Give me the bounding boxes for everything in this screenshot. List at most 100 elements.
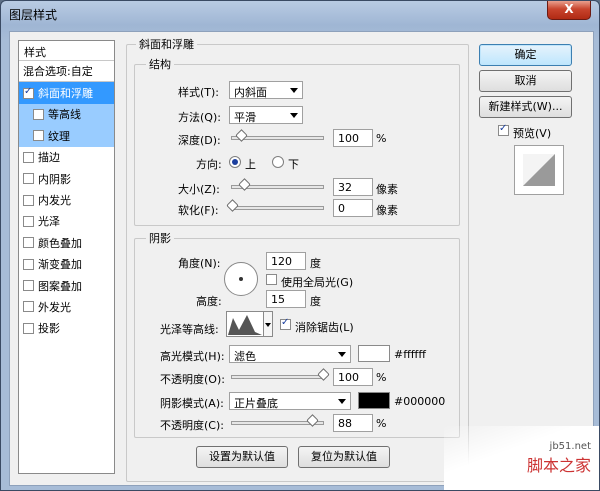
gradient-overlay-checkbox[interactable] xyxy=(23,258,34,270)
angle-unit: 度 xyxy=(310,257,321,270)
style-list: 样式 混合选项:自定 斜面和浮雕 等高线 纹理 描边 内阴影 xyxy=(18,40,115,474)
gloss-contour-dropdown[interactable] xyxy=(263,311,273,337)
direction-up-label[interactable]: 上 xyxy=(245,156,256,172)
chevron-down-icon xyxy=(290,113,298,118)
depth-slider[interactable] xyxy=(231,129,324,142)
technique-dropdown-value: 平滑 xyxy=(234,111,256,124)
global-light-checkbox[interactable] xyxy=(266,274,277,285)
shadow-color-hex: #000000 xyxy=(394,395,446,408)
title-bar[interactable]: 图层样式 X xyxy=(1,1,599,27)
reset-default-button[interactable]: 复位为默认值 xyxy=(298,446,390,468)
angle-input[interactable]: 120 xyxy=(266,252,306,270)
shading-title: 阴影 xyxy=(146,230,174,246)
technique-dropdown[interactable]: 平滑 xyxy=(229,106,303,124)
technique-label: 方法(Q): xyxy=(178,111,221,124)
contour-checkbox[interactable] xyxy=(33,108,44,120)
antialias-label[interactable]: 消除锯齿(L) xyxy=(295,319,354,335)
style-item-color-overlay[interactable]: 颜色叠加 xyxy=(19,232,114,253)
style-item-label: 投影 xyxy=(38,322,60,336)
highlight-opacity-slider[interactable] xyxy=(231,368,330,381)
blend-options-item[interactable]: 混合选项:自定 xyxy=(19,61,114,83)
highlight-mode-dropdown[interactable]: 滤色 xyxy=(229,345,351,363)
style-item-inner-glow[interactable]: 内发光 xyxy=(19,189,114,210)
stroke-checkbox[interactable] xyxy=(23,151,34,163)
chevron-down-icon xyxy=(338,399,346,404)
inner-glow-checkbox[interactable] xyxy=(23,194,34,206)
shadow-opacity-unit: % xyxy=(376,417,387,430)
style-list-header[interactable]: 样式 xyxy=(19,41,114,61)
size-label: 大小(Z): xyxy=(178,183,220,196)
style-label: 样式(T): xyxy=(178,86,220,99)
style-item-pattern-overlay[interactable]: 图案叠加 xyxy=(19,275,114,296)
style-item-bevel[interactable]: 斜面和浮雕 xyxy=(19,82,114,104)
global-light-label[interactable]: 使用全局光(G) xyxy=(281,274,353,290)
drop-shadow-checkbox[interactable] xyxy=(23,322,34,334)
watermark-url: jb51.net xyxy=(549,441,591,452)
style-item-gradient-overlay[interactable]: 渐变叠加 xyxy=(19,254,114,275)
style-item-drop-shadow[interactable]: 投影 xyxy=(19,318,114,339)
style-item-label: 渐变叠加 xyxy=(38,258,82,272)
gloss-contour-preview[interactable] xyxy=(226,311,264,337)
shadow-opacity-input[interactable]: 88 xyxy=(333,414,373,432)
style-item-label: 内阴影 xyxy=(38,172,71,186)
preview-checkbox[interactable] xyxy=(498,123,509,136)
pattern-overlay-checkbox[interactable] xyxy=(23,280,34,292)
highlight-color-hex: #ffffff xyxy=(394,348,426,361)
style-item-inner-shadow[interactable]: 内阴影 xyxy=(19,168,114,189)
direction-up-radio[interactable] xyxy=(229,156,241,168)
angle-dial[interactable] xyxy=(224,262,258,296)
style-item-label: 斜面和浮雕 xyxy=(38,87,93,101)
layer-style-dialog: 图层样式 X 样式 混合选项:自定 斜面和浮雕 等高线 纹理 描边 xyxy=(0,0,600,491)
style-item-label: 纹理 xyxy=(48,129,70,143)
style-item-label: 光泽 xyxy=(38,215,60,229)
angle-label: 角度(N): xyxy=(178,257,221,270)
direction-label: 方向: xyxy=(196,158,222,171)
depth-unit: % xyxy=(376,132,387,145)
ok-button[interactable]: 确定 xyxy=(479,44,572,66)
style-item-texture[interactable]: 纹理 xyxy=(19,125,114,147)
new-style-button[interactable]: 新建样式(W)... xyxy=(479,96,572,118)
soften-slider[interactable] xyxy=(226,199,324,212)
make-default-button[interactable]: 设置为默认值 xyxy=(196,446,288,468)
size-slider[interactable] xyxy=(231,178,324,191)
bevel-group-title: 斜面和浮雕 xyxy=(136,36,197,52)
gloss-contour-label: 光泽等高线: xyxy=(160,323,219,336)
shadow-color-swatch[interactable] xyxy=(358,392,390,409)
window-title: 图层样式 xyxy=(9,8,58,22)
style-item-stroke[interactable]: 描边 xyxy=(19,147,114,168)
shadow-mode-dropdown[interactable]: 正片叠底 xyxy=(229,392,351,410)
preview-label[interactable]: 预览(V) xyxy=(513,125,551,141)
style-item-label: 等高线 xyxy=(48,108,81,122)
satin-checkbox[interactable] xyxy=(23,215,34,227)
highlight-color-swatch[interactable] xyxy=(358,345,390,362)
shadow-mode-label: 阴影模式(A): xyxy=(160,397,224,410)
style-item-outer-glow[interactable]: 外发光 xyxy=(19,296,114,317)
style-dropdown[interactable]: 内斜面 xyxy=(229,81,303,99)
size-input[interactable]: 32 xyxy=(333,178,373,196)
watermark: jb51.net 脚本之家 xyxy=(444,426,599,490)
color-overlay-checkbox[interactable] xyxy=(23,237,34,249)
texture-checkbox[interactable] xyxy=(33,130,44,142)
highlight-opacity-input[interactable]: 100 xyxy=(333,368,373,386)
style-item-label: 外发光 xyxy=(38,300,71,314)
soften-input[interactable]: 0 xyxy=(333,199,373,217)
structure-title: 结构 xyxy=(146,56,174,72)
depth-input[interactable]: 100 xyxy=(333,129,373,147)
direction-down-radio[interactable] xyxy=(272,156,284,168)
close-button[interactable]: X xyxy=(547,1,591,20)
highlight-opacity-label: 不透明度(O): xyxy=(160,373,225,386)
altitude-unit: 度 xyxy=(310,295,321,308)
chevron-down-icon xyxy=(290,88,298,93)
style-item-satin[interactable]: 光泽 xyxy=(19,211,114,232)
cancel-button[interactable]: 取消 xyxy=(479,70,572,92)
antialias-checkbox[interactable] xyxy=(280,317,291,330)
contour-curve-icon xyxy=(228,315,262,335)
shadow-opacity-slider[interactable] xyxy=(231,414,324,427)
direction-down-label[interactable]: 下 xyxy=(288,156,299,172)
altitude-input[interactable]: 15 xyxy=(266,290,306,308)
inner-shadow-checkbox[interactable] xyxy=(23,173,34,185)
outer-glow-checkbox[interactable] xyxy=(23,301,34,313)
style-item-contour[interactable]: 等高线 xyxy=(19,103,114,126)
altitude-label: 高度: xyxy=(196,295,222,308)
bevel-checkbox[interactable] xyxy=(23,86,34,99)
